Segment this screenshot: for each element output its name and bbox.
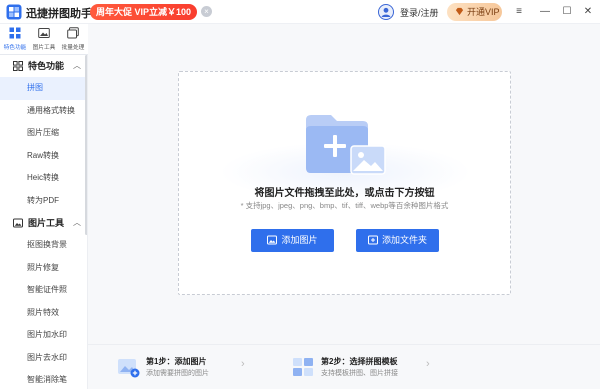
tool-feature-label: 特色功能 [3,45,27,51]
sidebar-item-format-convert[interactable]: 通用格式转换 [0,100,87,123]
user-avatar-icon[interactable] [378,4,394,20]
app-title: 迅捷拼图助手 [26,8,92,20]
promo-banner[interactable]: 周年大促 VIP立减￥100 [90,4,197,20]
add-image-label: 添加图片 [281,235,318,245]
title-bar: 迅捷拼图助手 周年大促 VIP立减￥100 × 登录/注册 开通VIP ≡ — … [0,0,600,24]
drop-subtitle: * 支持jpg、jpeg、png、bmp、tif、tiff、webp等百余种图片… [240,201,449,210]
tool-batch-label: 批量处理 [61,45,85,51]
sidebar-item-raw[interactable]: Raw转换 [0,145,87,168]
sidebar-item-effects[interactable]: 照片特效 [0,302,87,325]
drop-zone[interactable]: 将图片文件拖拽至此处，或点击下方按钮 * 支持jpg、jpeg、png、bmp、… [178,71,511,295]
section-feature[interactable]: 特色功能 ︿ [0,55,87,77]
tool-batch[interactable]: 批量处理 [59,27,87,53]
step-1-desc: 添加需要拼图的图片 [146,370,209,377]
batch-icon [67,27,79,39]
section-feature-label: 特色功能 [28,61,65,71]
sidebar-item-repair[interactable]: 照片修复 [0,257,87,280]
sidebar-item-cutout[interactable]: 抠图换背景 [0,234,87,257]
sidebar-item-id-photo[interactable]: 智能证件照 [0,279,87,302]
step-2-title: 第2步：选择拼图模板 [321,357,398,366]
tool-feature[interactable]: 特色功能 [1,27,29,53]
step-2-desc: 支持模板拼图、图片拼接 [321,370,398,377]
add-folder-button[interactable]: 添加文件夹 [356,229,439,252]
template-step-icon [293,358,313,376]
chevron-right-icon: › [426,358,430,370]
close-icon[interactable]: ✕ [580,4,596,20]
diamond-icon [455,7,464,16]
grid-outline-icon [13,61,23,71]
add-image-button[interactable]: 添加图片 [251,229,334,252]
section-tools[interactable]: 图片工具 ︿ [0,212,87,234]
add-image-step-icon [118,359,140,378]
tool-image[interactable]: 图片工具 [30,27,58,53]
sidebar-item-collage[interactable]: 拼图 [0,77,87,100]
sidebar-item-heic[interactable]: Heic转换 [0,167,87,190]
sidebar-item-pdf[interactable]: 转为PDF [0,190,87,213]
sidebar-item-compress[interactable]: 图片压缩 [0,122,87,145]
main-area: 将图片文件拖拽至此处，或点击下方按钮 * 支持jpg、jpeg、png、bmp、… [88,24,600,389]
step-1-title: 第1步：添加图片 [146,357,207,366]
maximize-icon[interactable]: ☐ [559,4,575,20]
tool-image-label: 图片工具 [32,45,56,51]
folder-plus-icon [367,235,378,245]
drop-title: 将图片文件拖拽至此处，或点击下方按钮 [254,188,435,199]
grid-icon [9,27,21,39]
image-outline-icon [13,218,23,228]
minimize-icon[interactable]: — [537,4,553,20]
image-icon [267,235,278,245]
open-vip-button[interactable]: 开通VIP [447,3,502,21]
sidebar-item-remove-watermark[interactable]: 图片去水印 [0,347,87,370]
login-register-link[interactable]: 登录/注册 [400,6,439,19]
add-folder-illustration-icon [306,115,386,175]
vip-button-label: 开通VIP [467,7,500,17]
sidebar: 特色功能 ︿ 拼图 通用格式转换 图片压缩 Raw转换 Heic转换 转为PDF… [0,55,88,389]
app-logo-icon [6,4,22,20]
section-tools-label: 图片工具 [28,218,65,228]
add-folder-label: 添加文件夹 [381,235,427,245]
steps-bar: 第1步：添加图片 添加需要拼图的图片 › 第2步：选择拼图模板 支持模板拼图、图… [88,344,600,389]
chevron-up-icon: ︿ [73,218,81,227]
menu-icon[interactable]: ≡ [511,4,527,20]
promo-close-icon[interactable]: × [201,6,212,17]
chevron-right-icon: › [241,358,245,370]
sidebar-item-eraser[interactable]: 智能消除笔 [0,369,87,389]
sidebar-item-add-watermark[interactable]: 图片加水印 [0,324,87,347]
chevron-up-icon: ︿ [73,61,81,70]
mode-toolbar: 特色功能 图片工具 批量处理 [0,24,88,55]
image-tool-icon [38,28,50,38]
